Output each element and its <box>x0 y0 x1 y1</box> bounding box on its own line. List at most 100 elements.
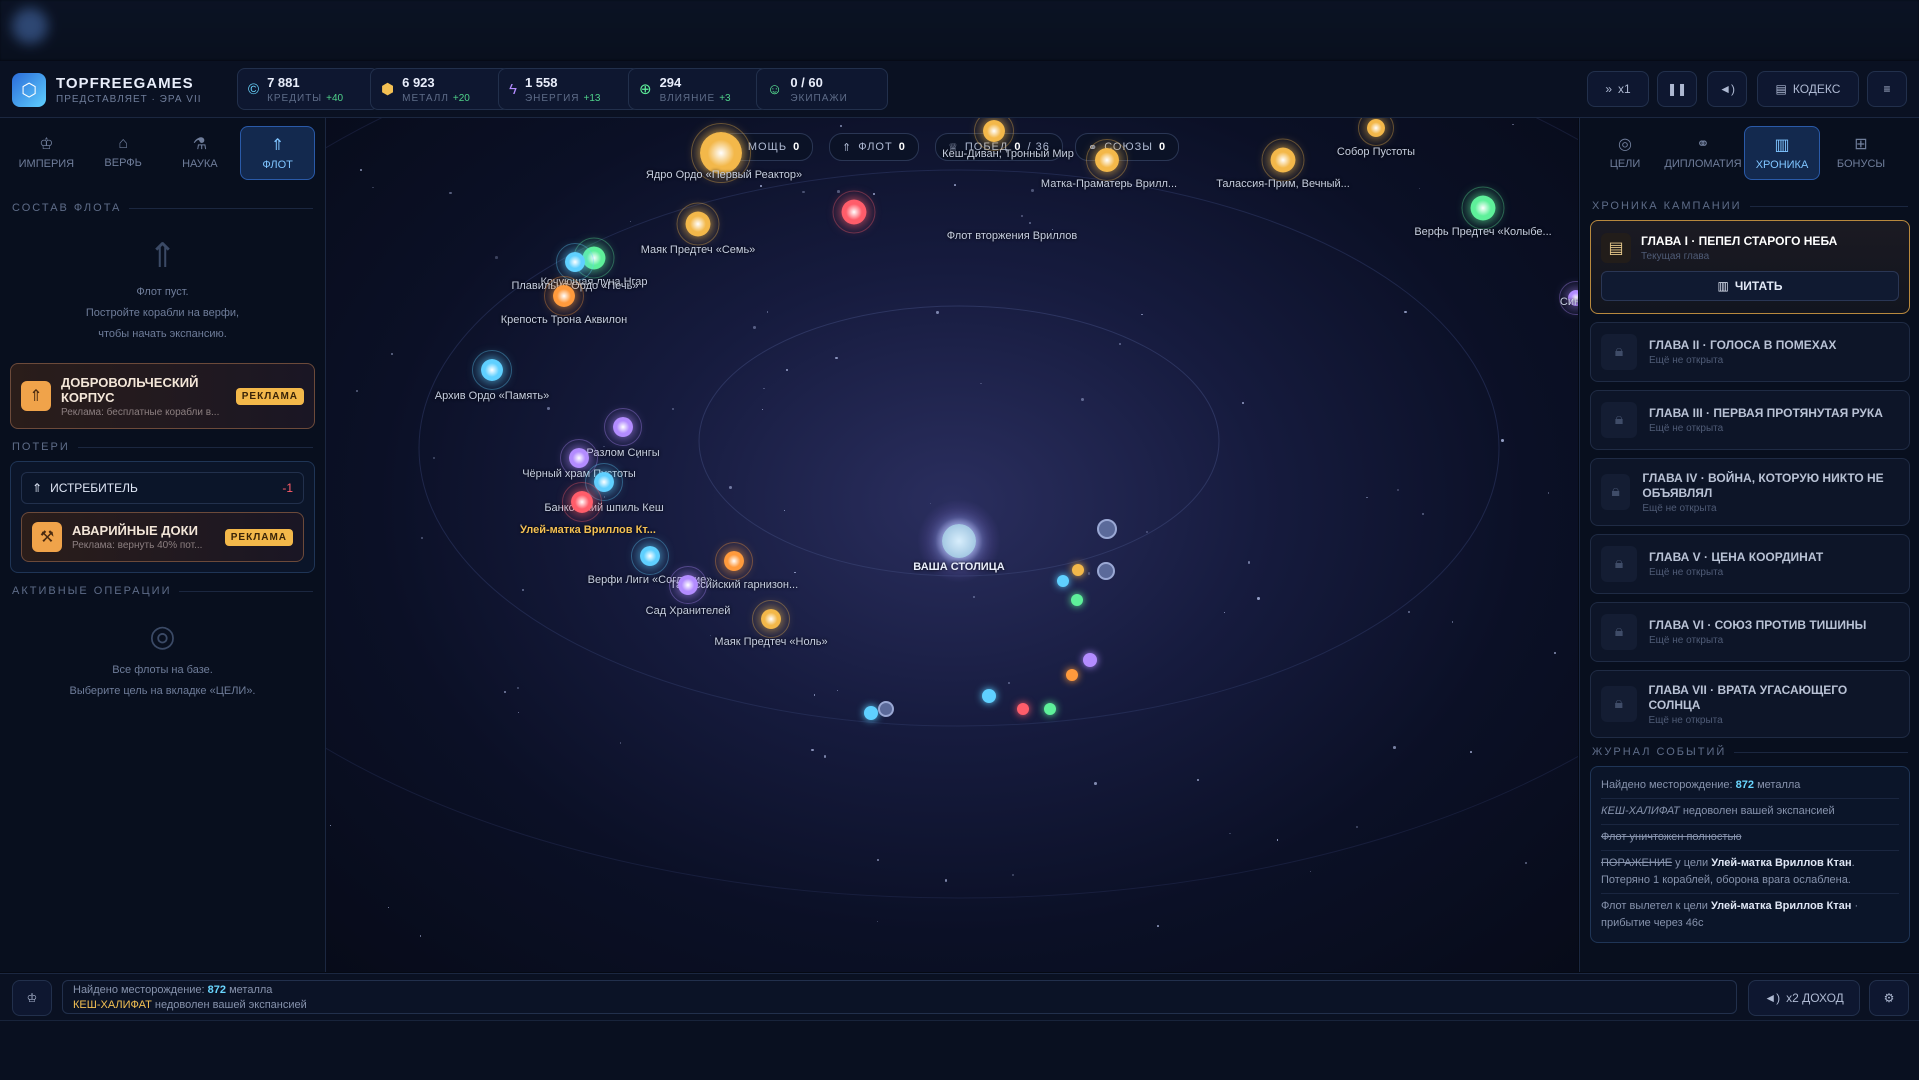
star-system[interactable] <box>481 359 503 381</box>
ticker-faction: КЕШ-ХАЛИФАТ <box>73 999 152 1011</box>
lock-icon: 🔒︎ <box>1601 334 1637 370</box>
menu-button[interactable]: ≡ <box>1867 71 1907 107</box>
minor-system[interactable] <box>1044 703 1056 715</box>
star-system[interactable] <box>724 551 744 571</box>
chapter-status: Ещё не открыта <box>1649 423 1724 434</box>
star-dot <box>671 407 675 410</box>
chapter-status: Ещё не открыта <box>1649 355 1724 366</box>
pause-icon: ❚❚ <box>1666 82 1688 96</box>
minor-system[interactable] <box>1097 519 1117 539</box>
right-tabs: ◎ ЦЕЛИ ⚭ ДИПЛОМАТИЯ ▥ ХРОНИКА ⊞ БОНУСЫ <box>1580 118 1919 188</box>
lock-icon: 🔒︎ <box>1601 546 1637 582</box>
shipyard-icon: ⌂ <box>118 135 128 152</box>
crown-button[interactable]: ♔ <box>12 980 52 1016</box>
tab-fleet[interactable]: ⇑ ФЛОТ <box>240 126 315 180</box>
background-blur-bottom <box>0 1020 1919 1080</box>
tab-chronicle[interactable]: ▥ ХРОНИКА <box>1744 126 1820 180</box>
star-system[interactable] <box>613 417 633 437</box>
star-dot <box>1030 189 1034 193</box>
star-dot <box>1141 313 1143 315</box>
chapter-locked[interactable]: 🔒︎ ГЛАВА II · ГОЛОСА В ПОМЕХАХ Ещё не от… <box>1590 322 1910 382</box>
minor-system[interactable] <box>1097 562 1115 580</box>
chapter-status: Ещё не открыта <box>1648 714 1723 726</box>
resource-influence[interactable]: ⊕ 294 ВЛИЯНИЕ +3 <box>628 68 768 110</box>
sound-button[interactable]: ◄) <box>1707 71 1747 107</box>
star-system[interactable] <box>571 491 593 513</box>
target-placeholder-icon: ◎ <box>149 620 176 653</box>
star-system[interactable] <box>1095 148 1119 172</box>
star-dot <box>767 311 769 313</box>
crews-icon: ☺ <box>767 80 783 98</box>
minor-system[interactable] <box>878 701 894 717</box>
minor-system[interactable] <box>1071 594 1083 606</box>
resource-crews[interactable]: ☺ 0 / 60 ЭКИПАЖИ <box>756 68 888 110</box>
handshake-icon: ⚭ <box>1696 136 1710 153</box>
chapter-current[interactable]: ▤ ГЛАВА I · ПЕПЕЛ СТАРОГО НЕБА Текущая г… <box>1590 220 1910 314</box>
minor-system[interactable] <box>1066 669 1078 681</box>
wrench-icon: ⚒ <box>32 522 62 552</box>
star-system[interactable] <box>569 448 589 468</box>
lock-icon: 🔒︎ <box>1601 614 1637 650</box>
star-dot <box>811 748 814 751</box>
tab-shipyard[interactable]: ⌂ ВЕРФЬ <box>87 126 160 178</box>
tab-science[interactable]: ⚗ НАУКА <box>164 126 237 178</box>
tab-diplomacy[interactable]: ⚭ ДИПЛОМАТИЯ <box>1664 126 1742 178</box>
star-system[interactable] <box>983 120 1005 142</box>
star-system[interactable] <box>761 609 781 629</box>
star-system[interactable] <box>841 199 867 225</box>
chapter-locked[interactable]: 🔒︎ ГЛАВА VI · СОЮЗ ПРОТИВ ТИШИНЫ Ещё не … <box>1590 602 1910 662</box>
star-system[interactable] <box>1270 147 1296 173</box>
resource-metal[interactable]: ⬢ 6 923 МЕТАЛЛ +20 <box>370 68 510 110</box>
chapter-title: ГЛАВА II · ГОЛОСА В ПОМЕХАХ <box>1649 338 1837 352</box>
codex-button[interactable]: ▤ КОДЕКС <box>1757 71 1859 107</box>
volunteer-corps-promo[interactable]: ⇑ ДОБРОВОЛЬЧЕСКИЙ КОРПУС Реклама: беспла… <box>10 363 315 429</box>
tab-label: ДИПЛОМАТИЯ <box>1664 158 1742 170</box>
left-tabs: ♔ ИМПЕРИЯ ⌂ ВЕРФЬ ⚗ НАУКА ⇑ ФЛОТ <box>0 118 325 188</box>
star-system[interactable] <box>678 575 698 595</box>
ticker-value: 872 <box>207 984 227 996</box>
chapter-locked[interactable]: 🔒︎ ГЛАВА IV · ВОЙНА, КОТОРУЮ НИКТО НЕ ОБ… <box>1590 458 1910 526</box>
system-label: Флот вторжения Вриллов <box>946 230 1078 242</box>
galaxy-map[interactable]: ⤡МОЩЬ0 ⇑ФЛОТ0 ♕ПОБЕД0/ 36 ⚭СОЮЗЫ0 ВАША С… <box>326 118 1578 972</box>
journal-entry: Найдено месторождение: 872 металла <box>1601 773 1899 799</box>
speed-button[interactable]: » x1 <box>1587 71 1649 107</box>
tab-empire[interactable]: ♔ ИМПЕРИЯ <box>10 126 83 178</box>
minor-system[interactable] <box>1083 653 1097 667</box>
star-system[interactable] <box>640 546 660 566</box>
system-label: Верфь Предтеч «Колыбе... <box>1414 226 1552 238</box>
docks-subtitle: Реклама: вернуть 40% пот... <box>72 540 203 551</box>
system-label: Матка-Праматерь Врилл... <box>1040 178 1178 190</box>
star-dot <box>753 326 756 330</box>
star-system[interactable] <box>1470 195 1496 221</box>
read-button[interactable]: ▥ ЧИТАТЬ <box>1601 271 1899 301</box>
chronicle-section-title: ХРОНИКА КАМПАНИИ <box>1580 200 1919 212</box>
minor-system[interactable] <box>1017 703 1029 715</box>
chapter-locked[interactable]: 🔒︎ ГЛАВА V · ЦЕНА КООРДИНАТ Ещё не откры… <box>1590 534 1910 594</box>
star-system[interactable] <box>553 285 575 307</box>
chapter-locked[interactable]: 🔒︎ ГЛАВА VII · ВРАТА УГАСАЮЩЕГО СОЛНЦА Е… <box>1590 670 1910 738</box>
capital-planet[interactable] <box>942 524 976 558</box>
resource-credits[interactable]: © 7 881 КРЕДИТЫ +40 <box>237 68 379 110</box>
chapter-title: ГЛАВА VII · ВРАТА УГАСАЮЩЕГО СОЛНЦА <box>1648 682 1848 712</box>
star-system[interactable] <box>1367 119 1385 137</box>
settings-button[interactable]: ⚙ <box>1869 980 1909 1016</box>
minor-system[interactable] <box>1057 575 1069 587</box>
resource-energy[interactable]: ϟ 1 558 ЭНЕРГИЯ +13 <box>498 68 640 110</box>
star-dot <box>936 311 939 314</box>
star-system[interactable] <box>565 252 585 272</box>
star-dot <box>760 184 762 187</box>
emergency-docks-promo[interactable]: ⚒ АВАРИЙНЫЕ ДОКИ Реклама: вернуть 40% по… <box>21 512 304 562</box>
tab-bonuses[interactable]: ⊞ БОНУСЫ <box>1824 126 1898 178</box>
pause-button[interactable]: ❚❚ <box>1657 71 1697 107</box>
minor-system[interactable] <box>1072 564 1084 576</box>
star-dot <box>1397 488 1400 491</box>
star-system[interactable] <box>700 132 742 174</box>
double-income-button[interactable]: ◄) x2 ДОХОД <box>1748 980 1860 1016</box>
minor-system[interactable] <box>864 706 878 720</box>
star-system[interactable] <box>685 211 711 237</box>
star-dot <box>355 389 358 392</box>
minor-system[interactable] <box>982 689 996 703</box>
star-dot <box>1247 560 1251 564</box>
chapter-locked[interactable]: 🔒︎ ГЛАВА III · ПЕРВАЯ ПРОТЯНУТАЯ РУКА Ещ… <box>1590 390 1910 450</box>
tab-goals[interactable]: ◎ ЦЕЛИ <box>1588 126 1662 178</box>
